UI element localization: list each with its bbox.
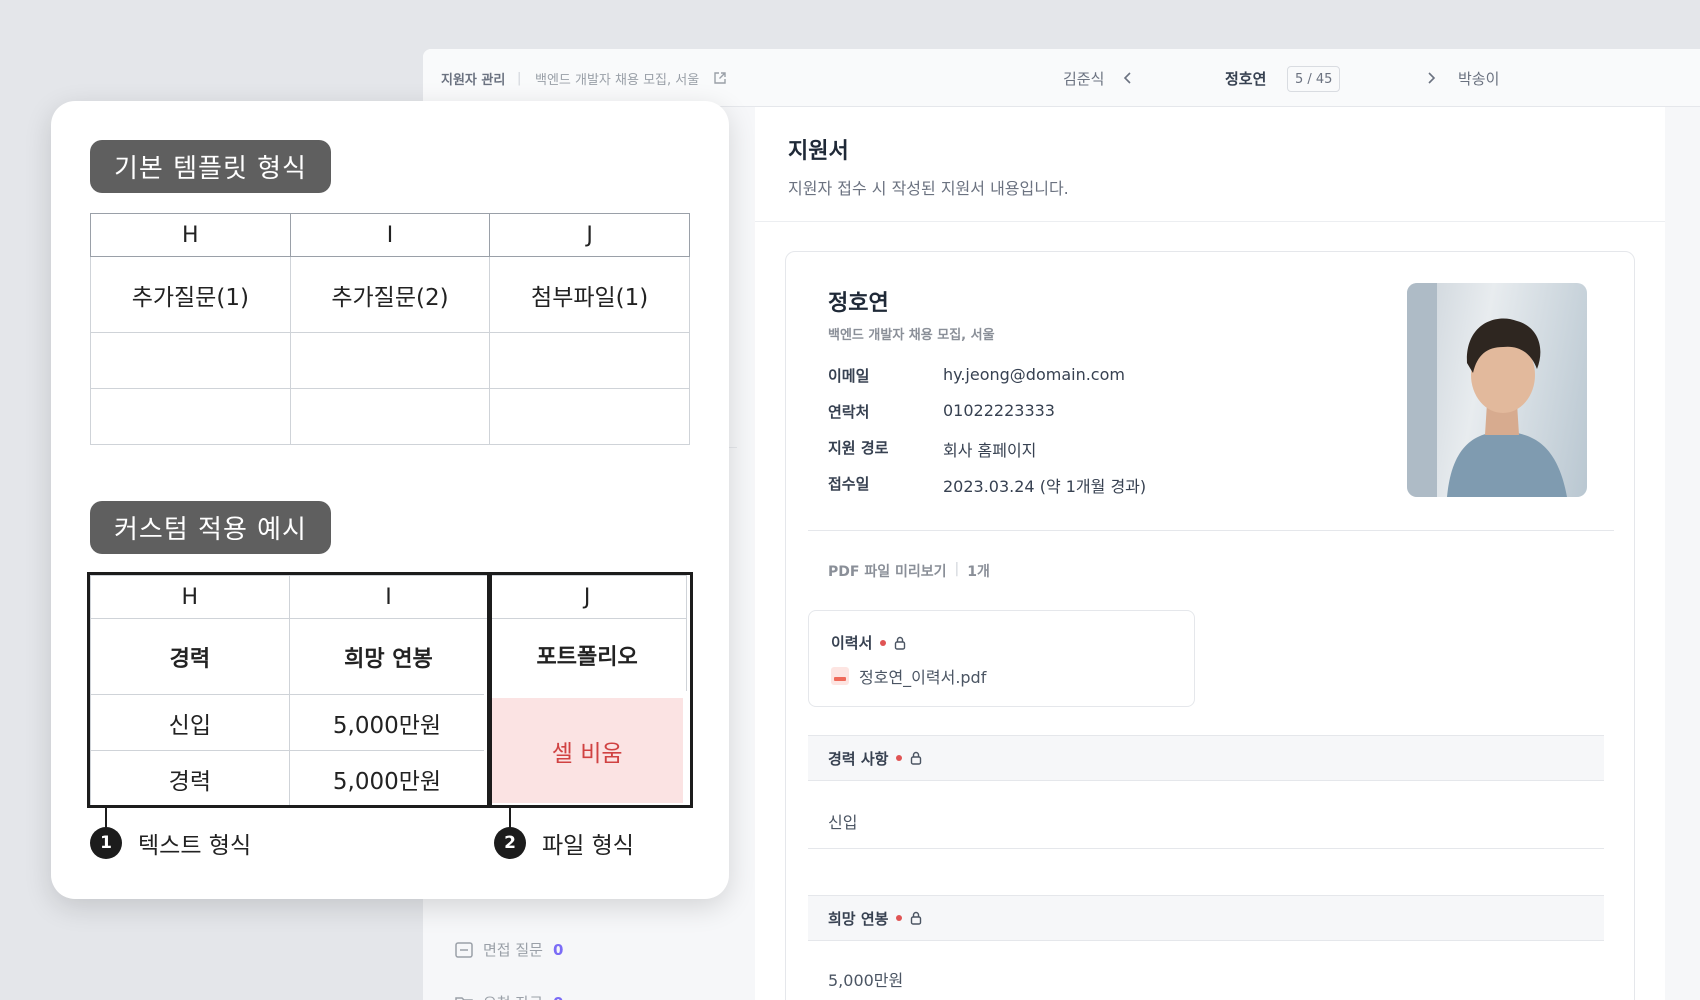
breadcrumb-root[interactable]: 지원자 관리 bbox=[441, 49, 505, 107]
empty-cell bbox=[489, 388, 690, 445]
resume-label: 이력서 bbox=[831, 634, 873, 652]
value-cell: 신입 bbox=[90, 694, 290, 751]
resume-file-name: 정호연_이력서.pdf bbox=[859, 668, 987, 687]
chevron-right-icon[interactable] bbox=[1426, 49, 1436, 107]
header-cell: 첨부파일(1) bbox=[489, 256, 690, 333]
sidebar-item-interview[interactable]: 면접 질문 0 bbox=[455, 939, 563, 960]
info-key: 이메일 bbox=[828, 367, 870, 385]
custom-template-table: H I J 경력 희망 연봉 포트폴리오 신입 5,000만원 셀 비움 경력 … bbox=[90, 575, 690, 810]
legend-number-badge: 1 bbox=[90, 827, 122, 859]
folder-icon bbox=[455, 996, 473, 1000]
current-applicant-name: 정호연 bbox=[1225, 69, 1267, 88]
column-letter: J bbox=[489, 213, 690, 257]
pdf-preview-label: PDF 파일 미리보기 | 1개 bbox=[828, 561, 990, 581]
sidebar-item-label: 면접 질문 bbox=[483, 941, 543, 959]
info-key: 접수일 bbox=[828, 475, 870, 493]
empty-cell bbox=[289, 388, 491, 445]
template-guide-card: 기본 템플릿 형식 H I J 추가질문(1) 추가질문(2) 첨부파일(1) … bbox=[51, 101, 729, 899]
applicant-job: 백엔드 개발자 채용 모집, 서울 bbox=[828, 328, 995, 343]
header-cell: 희망 연봉 bbox=[288, 618, 489, 695]
sidebar-item-count: 0 bbox=[553, 994, 563, 1000]
value-cell: 경력 bbox=[90, 750, 290, 807]
sidebar-item-count: 0 bbox=[552, 940, 564, 959]
header-cell: 경력 bbox=[90, 618, 290, 695]
custom-template-title: 커스텀 적용 예시 bbox=[90, 501, 331, 554]
page-subtitle: 지원자 접수 시 작성된 지원서 내용입니다. bbox=[788, 179, 1069, 198]
info-value[interactable]: hy.jeong@domain.com bbox=[943, 365, 1125, 386]
lock-icon bbox=[911, 751, 922, 765]
pdf-count: 1개 bbox=[967, 564, 990, 580]
page-title: 지원서 bbox=[788, 139, 849, 164]
sidebar-item-label: 요청 자료 bbox=[483, 992, 543, 1000]
empty-cell-highlight: 셀 비움 bbox=[484, 691, 690, 810]
empty-cell-label: 셀 비움 bbox=[551, 740, 623, 767]
header-cell: 추가질문(1) bbox=[90, 256, 291, 333]
resume-attachment[interactable]: 이력서 정호연_이력서.pdf bbox=[808, 610, 1195, 707]
section-title: 경력 사항 bbox=[828, 749, 889, 768]
info-value: 2023.03.24 (약 1개월 경과) bbox=[943, 477, 1147, 496]
resume-title: 이력서 bbox=[831, 632, 906, 653]
separator: | bbox=[954, 561, 960, 577]
column-letter: I bbox=[289, 213, 491, 257]
empty-cell bbox=[289, 332, 491, 389]
lock-icon bbox=[895, 636, 906, 650]
page-counter: 5 / 45 bbox=[1287, 66, 1341, 92]
section-header-salary: 희망 연봉 bbox=[808, 895, 1604, 941]
header-cell: 추가질문(2) bbox=[289, 256, 491, 333]
application-panel: 지원서 지원자 접수 시 작성된 지원서 내용입니다. 정호연 백엔드 개발자 … bbox=[755, 107, 1665, 1000]
info-row-phone: 연락처 01022223333 bbox=[828, 401, 1055, 422]
column-letter: J bbox=[487, 575, 687, 619]
info-value: 회사 홈페이지 bbox=[943, 441, 1037, 460]
applicant-photo bbox=[1407, 283, 1587, 497]
header-cell: 포트폴리오 bbox=[487, 618, 687, 695]
divider bbox=[808, 848, 1604, 849]
empty-cell bbox=[90, 332, 291, 389]
prev-applicant-name[interactable]: 김준식 bbox=[1063, 49, 1104, 107]
app-header: 지원자 관리 | 백엔드 개발자 채용 모집, 서울 김준식 정호연 5 / 4… bbox=[423, 49, 1700, 107]
required-dot bbox=[880, 639, 887, 646]
empty-cell bbox=[489, 332, 690, 389]
resume-file-link[interactable]: 정호연_이력서.pdf bbox=[831, 664, 986, 688]
required-dot bbox=[896, 755, 903, 761]
divider bbox=[808, 530, 1614, 531]
section-header-career: 경력 사항 bbox=[808, 735, 1604, 781]
column-letter: I bbox=[288, 575, 489, 619]
column-letter: H bbox=[90, 575, 290, 619]
section-value: 5,000만원 bbox=[828, 971, 904, 990]
info-row-date: 접수일 2023.03.24 (약 1개월 경과) bbox=[828, 473, 1146, 497]
info-key: 연락처 bbox=[828, 403, 870, 421]
legend-label: 텍스트 형식 bbox=[138, 833, 252, 859]
basic-template-title: 기본 템플릿 형식 bbox=[90, 140, 331, 193]
chevron-left-icon[interactable] bbox=[1123, 49, 1133, 107]
section-value: 신입 bbox=[828, 813, 858, 832]
info-row-source: 지원 경로 회사 홈페이지 bbox=[828, 437, 1036, 461]
section-title: 희망 연봉 bbox=[828, 909, 889, 928]
divider bbox=[755, 221, 1665, 222]
external-link-icon[interactable] bbox=[713, 49, 727, 107]
next-applicant-name[interactable]: 박송이 bbox=[1458, 49, 1499, 107]
basic-template-table: H I J 추가질문(1) 추가질문(2) 첨부파일(1) bbox=[90, 213, 690, 445]
info-row-email: 이메일 hy.jeong@domain.com bbox=[828, 365, 1125, 386]
applicant-name: 정호연 bbox=[828, 291, 889, 316]
required-dot bbox=[896, 915, 903, 921]
info-value: 01022223333 bbox=[943, 401, 1055, 420]
info-key: 지원 경로 bbox=[828, 439, 889, 457]
lock-icon bbox=[911, 911, 922, 925]
value-cell: 5,000만원 bbox=[288, 694, 489, 751]
legend-label: 파일 형식 bbox=[542, 833, 634, 859]
legend-file-format: 2 파일 형식 bbox=[494, 826, 634, 860]
pdf-preview-text: PDF 파일 미리보기 bbox=[828, 564, 947, 580]
pdf-file-icon bbox=[831, 667, 849, 685]
empty-cell bbox=[90, 388, 291, 445]
value-cell: 5,000만원 bbox=[288, 750, 489, 807]
sidebar-item-request[interactable]: 요청 자료 0 bbox=[455, 992, 563, 1000]
column-letter: H bbox=[90, 213, 291, 257]
legend-number-badge: 2 bbox=[494, 827, 526, 859]
breadcrumb-job-posting[interactable]: 백엔드 개발자 채용 모집, 서울 bbox=[535, 49, 699, 107]
legend-text-format: 1 텍스트 형식 bbox=[90, 826, 251, 860]
breadcrumb-separator: | bbox=[517, 70, 522, 86]
list-icon bbox=[455, 941, 473, 958]
applicant-card: 정호연 백엔드 개발자 채용 모집, 서울 이메일 hy.jeong@domai… bbox=[785, 251, 1635, 1000]
